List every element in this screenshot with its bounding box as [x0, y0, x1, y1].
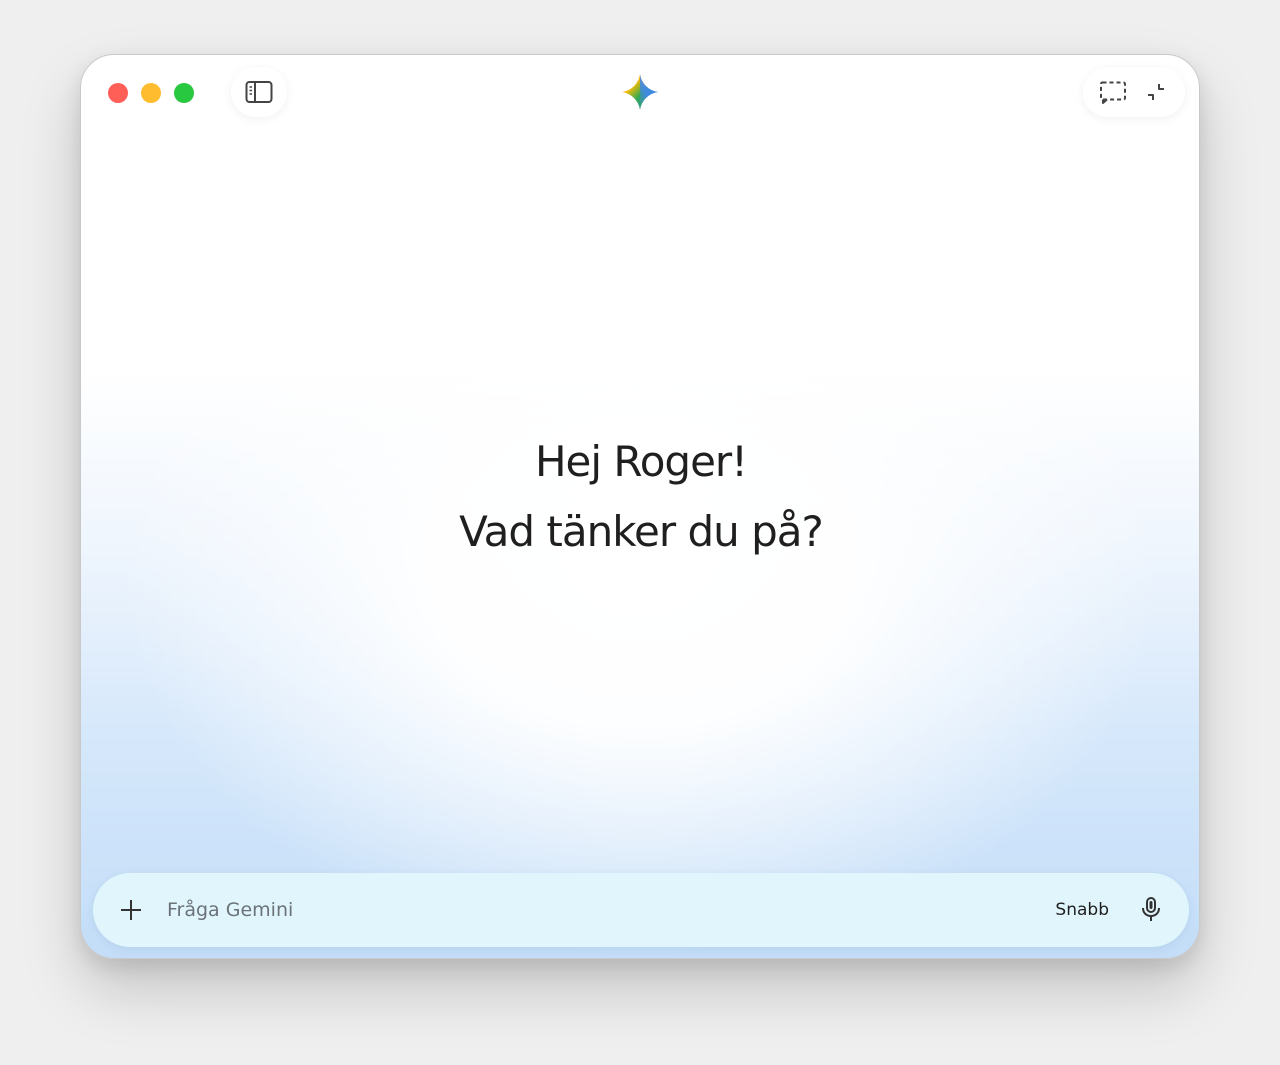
sidebar-toggle-icon [245, 81, 273, 103]
model-mode-button[interactable]: Snabb [1055, 900, 1109, 920]
traffic-lights [108, 83, 194, 103]
prompt-bar: Snabb [93, 873, 1189, 947]
microphone-button[interactable] [1131, 890, 1171, 930]
greeting: Hej Roger! Vad tänker du på? [81, 427, 1199, 567]
prompt-input[interactable] [165, 889, 1056, 931]
gemini-window: Hej Roger! Vad tänker du på? Snabb [80, 54, 1200, 959]
microphone-icon [1142, 897, 1160, 921]
add-attachment-button[interactable] [111, 890, 151, 930]
zoom-window-button[interactable] [174, 83, 194, 103]
minimize-window-button[interactable] [141, 83, 161, 103]
greeting-line-1: Hej Roger! [534, 437, 748, 486]
minimize-window-icon [1147, 84, 1164, 100]
greeting-line-2: Vad tänker du på? [459, 507, 824, 556]
window-actions-group [1083, 67, 1185, 117]
plus-icon [121, 900, 141, 920]
gemini-sparkle-icon [621, 73, 659, 111]
close-window-button[interactable] [108, 83, 128, 103]
screen-capture-icon [1099, 81, 1126, 104]
screen-capture-button[interactable] [1095, 74, 1131, 110]
sidebar-toggle-button[interactable] [231, 67, 287, 117]
minimize-window-action-button[interactable] [1138, 74, 1174, 110]
